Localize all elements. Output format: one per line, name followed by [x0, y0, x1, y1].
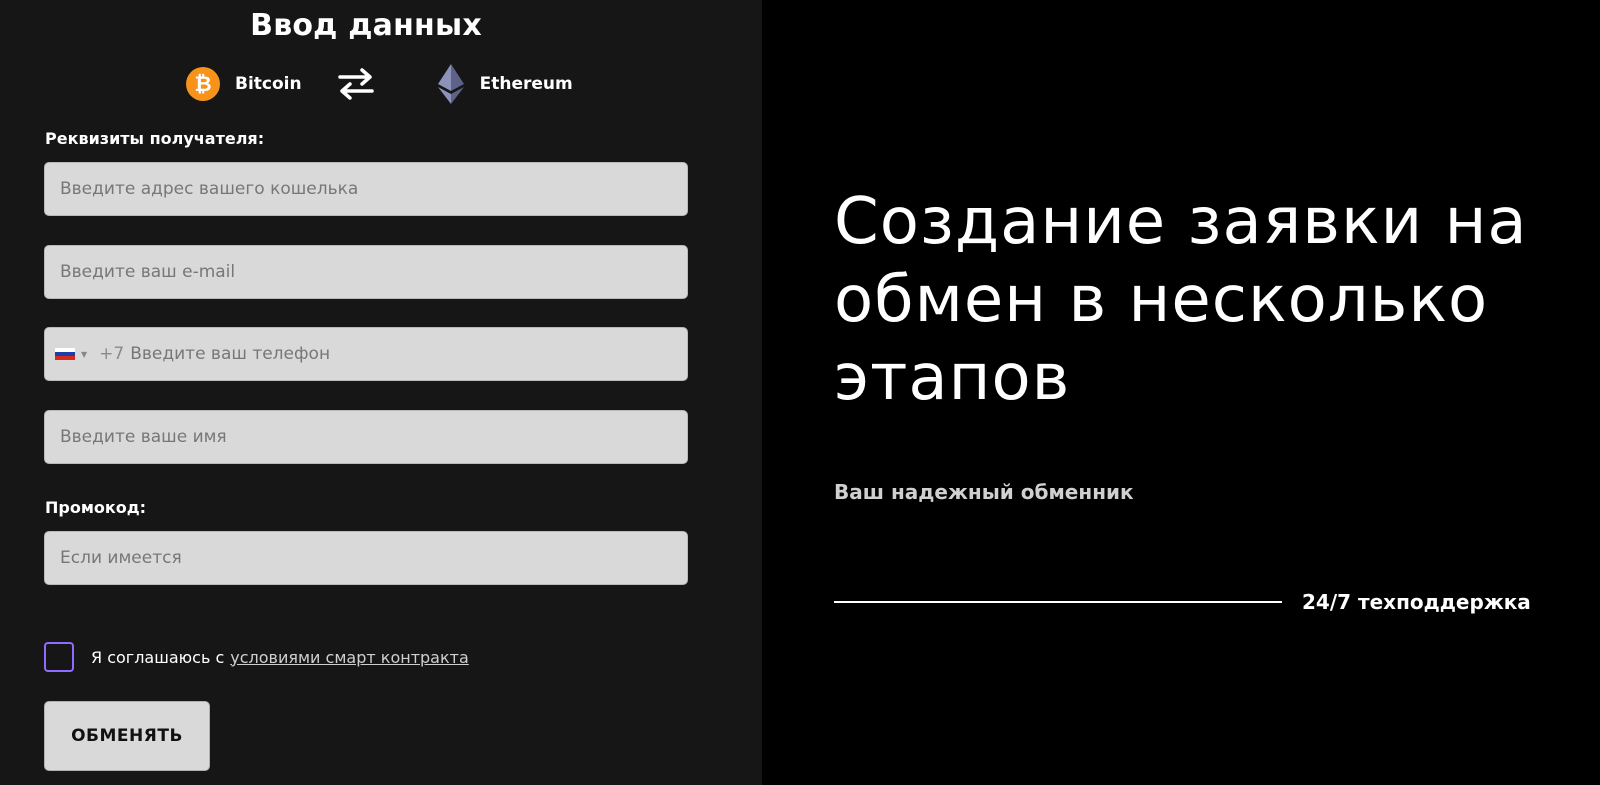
exchange-form-panel: Ввод данных ₿ Bitcoin Ethereum Реквизиты…	[0, 0, 762, 785]
phone-input[interactable]	[130, 328, 687, 380]
from-coin[interactable]: ₿ Bitcoin	[186, 67, 302, 101]
terms-link[interactable]: условиями смарт контракта	[230, 648, 469, 667]
ethereum-icon	[436, 64, 466, 104]
promo-field[interactable]	[44, 531, 688, 585]
russia-flag-icon[interactable]	[55, 347, 75, 361]
name-input[interactable]	[60, 411, 687, 463]
wallet-input[interactable]	[60, 163, 687, 215]
hero-panel: Создание заявки на обмен в несколько эта…	[762, 0, 1600, 785]
to-coin-label: Ethereum	[479, 74, 573, 94]
phone-code: +7	[99, 344, 125, 364]
agree-text: Я соглашаюсь с	[91, 647, 225, 667]
country-caret-icon[interactable]: ▼	[81, 350, 87, 359]
agree-checkbox[interactable]	[44, 642, 74, 672]
swap-icon[interactable]	[336, 64, 376, 104]
from-coin-label: Bitcoin	[235, 74, 302, 94]
email-field[interactable]	[44, 245, 688, 299]
to-coin[interactable]: Ethereum	[436, 64, 573, 104]
support-divider	[834, 601, 1282, 603]
hero-tagline: Ваш надежный обменник	[834, 480, 1134, 504]
exchange-button[interactable]: ОБМЕНЯТЬ	[44, 701, 210, 771]
phone-field[interactable]: ▼ +7	[44, 327, 688, 381]
name-field[interactable]	[44, 410, 688, 464]
support-text: 24/7 техподдержка	[1302, 590, 1531, 614]
promo-input[interactable]	[60, 532, 687, 584]
wallet-field[interactable]	[44, 162, 688, 216]
email-input[interactable]	[60, 246, 687, 298]
promo-label: Промокод:	[45, 498, 147, 517]
recipient-label: Реквизиты получателя:	[45, 129, 265, 148]
currency-pair: ₿ Bitcoin Ethereum	[186, 64, 573, 104]
form-title: Ввод данных	[250, 8, 482, 43]
bitcoin-icon: ₿	[186, 67, 220, 101]
support-row: 24/7 техподдержка	[834, 590, 1531, 614]
agreement-row: Я соглашаюсь с условиями смарт контракта	[44, 642, 469, 672]
hero-heading: Создание заявки на обмен в несколько эта…	[834, 185, 1528, 415]
